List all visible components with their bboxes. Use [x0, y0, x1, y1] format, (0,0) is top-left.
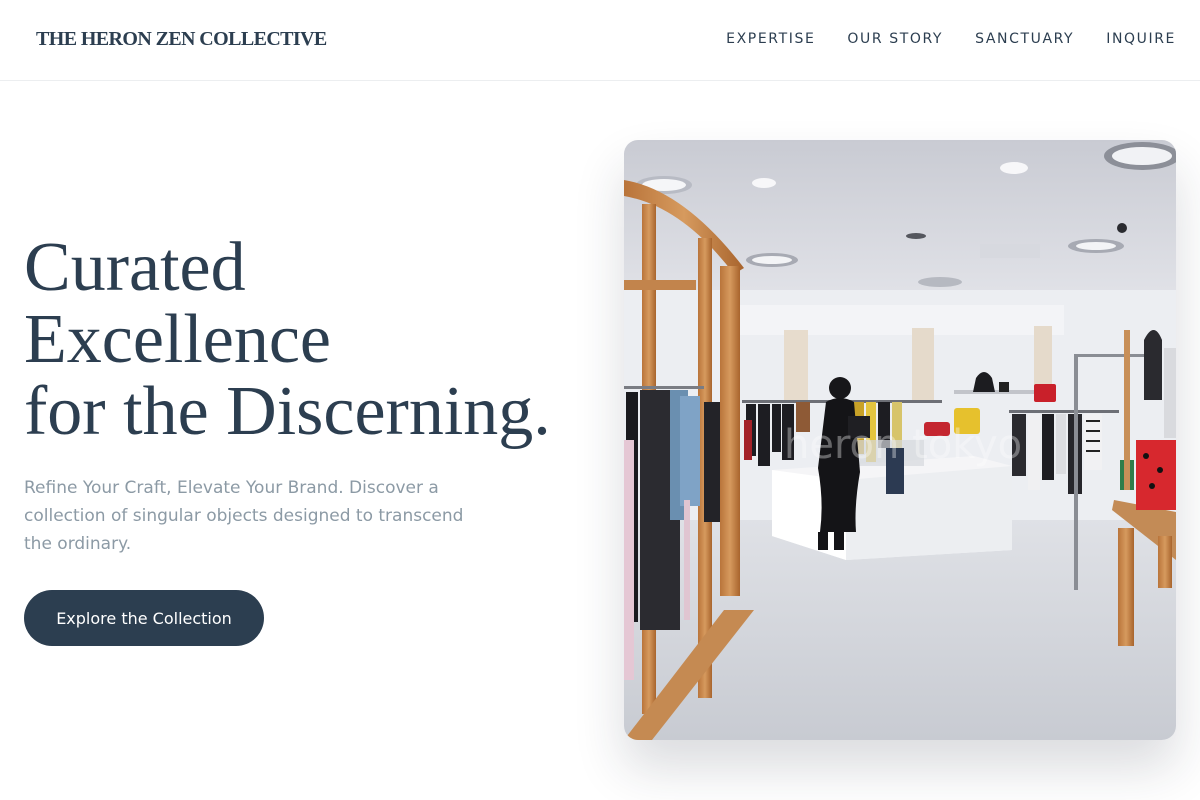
- site-header: THE HERON ZEN COLLECTIVE EXPERTISE OUR S…: [0, 0, 1200, 81]
- hero-title-line-3: for the Discerning.: [24, 373, 551, 450]
- explore-collection-button[interactable]: Explore the Collection: [24, 590, 264, 646]
- main-nav: EXPERTISE OUR STORY SANCTUARY INQUIRE: [726, 31, 1176, 47]
- photo-watermark: heron tokyo: [784, 422, 1022, 468]
- nav-link-sanctuary[interactable]: SANCTUARY: [975, 31, 1074, 47]
- hero-title: Curated Excellence for the Discerning.: [24, 232, 551, 448]
- hero-title-line-1: Curated: [24, 229, 246, 306]
- hero-subtitle: Refine Your Craft, Elevate Your Brand. D…: [24, 478, 464, 554]
- nav-link-our-story[interactable]: OUR STORY: [847, 31, 943, 47]
- hero-store-photo: heron tokyo: [624, 140, 1176, 740]
- brand-logo[interactable]: THE HERON ZEN COLLECTIVE: [36, 28, 327, 51]
- nav-link-expertise[interactable]: EXPERTISE: [726, 31, 815, 47]
- hero-title-line-2: Excellence: [24, 301, 332, 378]
- nav-link-inquire[interactable]: INQUIRE: [1106, 31, 1176, 47]
